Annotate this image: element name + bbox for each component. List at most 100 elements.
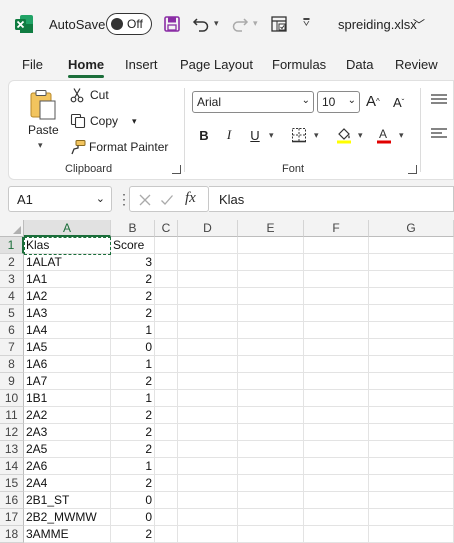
cell-a14[interactable]: 2A6 xyxy=(24,458,111,475)
cell-a15[interactable]: 2A4 xyxy=(24,475,111,492)
row-header[interactable]: 17 xyxy=(0,509,24,526)
tab-page-layout[interactable]: Page Layout xyxy=(180,57,253,72)
cell-c11[interactable] xyxy=(155,407,178,424)
underline-button[interactable]: U xyxy=(245,124,265,146)
cell-e8[interactable] xyxy=(238,356,304,373)
cell-c14[interactable] xyxy=(155,458,178,475)
cell-f12[interactable] xyxy=(304,424,369,441)
cell-e4[interactable] xyxy=(238,288,304,305)
cell-b6[interactable]: 1 xyxy=(111,322,155,339)
cell-c18[interactable] xyxy=(155,526,178,543)
cell-g9[interactable] xyxy=(369,373,454,390)
font-launcher-icon[interactable] xyxy=(408,165,417,174)
cell-g7[interactable] xyxy=(369,339,454,356)
row-header[interactable]: 6 xyxy=(0,322,24,339)
cell-d7[interactable] xyxy=(178,339,238,356)
paste-dropdown-icon[interactable]: ▾ xyxy=(38,140,43,151)
cell-a2[interactable]: 1ALAT xyxy=(24,254,111,271)
cell-b8[interactable]: 1 xyxy=(111,356,155,373)
cell-e18[interactable] xyxy=(238,526,304,543)
cell-a3[interactable]: 1A1 xyxy=(24,271,111,288)
row-header[interactable]: 11 xyxy=(0,407,24,424)
cell-e17[interactable] xyxy=(238,509,304,526)
cell-g4[interactable] xyxy=(369,288,454,305)
row-header[interactable]: 10 xyxy=(0,390,24,407)
align-top-icon[interactable] xyxy=(431,93,447,105)
cell-f14[interactable] xyxy=(304,458,369,475)
column-header-e[interactable]: E xyxy=(238,220,304,237)
font-name-chevron-icon[interactable]: ⌄ xyxy=(302,95,310,106)
cell-d9[interactable] xyxy=(178,373,238,390)
cell-c5[interactable] xyxy=(155,305,178,322)
cell-a9[interactable]: 1A7 xyxy=(24,373,111,390)
cell-a5[interactable]: 1A3 xyxy=(24,305,111,322)
underline-dropdown-icon[interactable]: ▾ xyxy=(269,130,274,141)
cell-d12[interactable] xyxy=(178,424,238,441)
cell-g3[interactable] xyxy=(369,271,454,288)
cell-f9[interactable] xyxy=(304,373,369,390)
column-header-c[interactable]: C xyxy=(155,220,178,237)
tab-data[interactable]: Data xyxy=(346,57,373,72)
cell-a8[interactable]: 1A6 xyxy=(24,356,111,373)
cell-f3[interactable] xyxy=(304,271,369,288)
row-header[interactable]: 9 xyxy=(0,373,24,390)
column-header-f[interactable]: F xyxy=(304,220,369,237)
cell-c7[interactable] xyxy=(155,339,178,356)
cell-d8[interactable] xyxy=(178,356,238,373)
cell-c15[interactable] xyxy=(155,475,178,492)
cell-g16[interactable] xyxy=(369,492,454,509)
cell-a4[interactable]: 1A2 xyxy=(24,288,111,305)
format-painter-button[interactable]: Format Painter xyxy=(70,139,168,155)
formula-input[interactable]: Klas xyxy=(209,186,454,212)
cell-d4[interactable] xyxy=(178,288,238,305)
align-left-icon[interactable] xyxy=(431,127,447,139)
cell-a1[interactable]: Klas xyxy=(24,237,111,254)
tab-file[interactable]: File xyxy=(22,57,43,72)
cell-g18[interactable] xyxy=(369,526,454,543)
paste-button[interactable]: Paste xyxy=(28,123,59,137)
cell-f10[interactable] xyxy=(304,390,369,407)
filename-chevron-icon[interactable]: ﹀ xyxy=(413,16,425,33)
cell-a17[interactable]: 2B2_MWMW xyxy=(24,509,111,526)
cell-e3[interactable] xyxy=(238,271,304,288)
cancel-icon[interactable] xyxy=(138,193,152,207)
cell-g5[interactable] xyxy=(369,305,454,322)
row-header[interactable]: 1 xyxy=(0,237,24,254)
clipboard-launcher-icon[interactable] xyxy=(172,165,181,174)
cell-d17[interactable] xyxy=(178,509,238,526)
increase-font-size-icon[interactable]: A ^ xyxy=(366,93,380,110)
cell-g15[interactable] xyxy=(369,475,454,492)
font-color-icon[interactable]: A xyxy=(374,124,394,146)
cell-d1[interactable] xyxy=(178,237,238,254)
font-size-chevron-icon[interactable]: ⌄ xyxy=(348,95,356,106)
row-header[interactable]: 15 xyxy=(0,475,24,492)
cell-g8[interactable] xyxy=(369,356,454,373)
cell-f4[interactable] xyxy=(304,288,369,305)
row-header[interactable]: 18 xyxy=(0,526,24,543)
cell-d13[interactable] xyxy=(178,441,238,458)
cell-c2[interactable] xyxy=(155,254,178,271)
cell-b4[interactable]: 2 xyxy=(111,288,155,305)
cell-c13[interactable] xyxy=(155,441,178,458)
cell-e14[interactable] xyxy=(238,458,304,475)
cell-b1[interactable]: Score xyxy=(111,237,155,254)
cell-c1[interactable] xyxy=(155,237,178,254)
cell-f16[interactable] xyxy=(304,492,369,509)
cell-f11[interactable] xyxy=(304,407,369,424)
cell-b9[interactable]: 2 xyxy=(111,373,155,390)
autosave-toggle[interactable]: Off xyxy=(106,13,152,35)
cell-c4[interactable] xyxy=(155,288,178,305)
cell-d18[interactable] xyxy=(178,526,238,543)
cut-button[interactable]: Cut xyxy=(70,87,109,103)
cell-g12[interactable] xyxy=(369,424,454,441)
font-color-dropdown-icon[interactable]: ▾ xyxy=(399,130,404,141)
cell-g13[interactable] xyxy=(369,441,454,458)
cell-b18[interactable]: 2 xyxy=(111,526,155,543)
column-header-b[interactable]: B xyxy=(111,220,155,237)
font-size-box[interactable]: 10 ⌄ xyxy=(317,91,360,113)
customize-icon[interactable]: ⩢ xyxy=(303,17,310,30)
name-box-chevron-icon[interactable]: ⌄ xyxy=(96,192,105,205)
cell-b16[interactable]: 0 xyxy=(111,492,155,509)
cell-e9[interactable] xyxy=(238,373,304,390)
cell-d14[interactable] xyxy=(178,458,238,475)
